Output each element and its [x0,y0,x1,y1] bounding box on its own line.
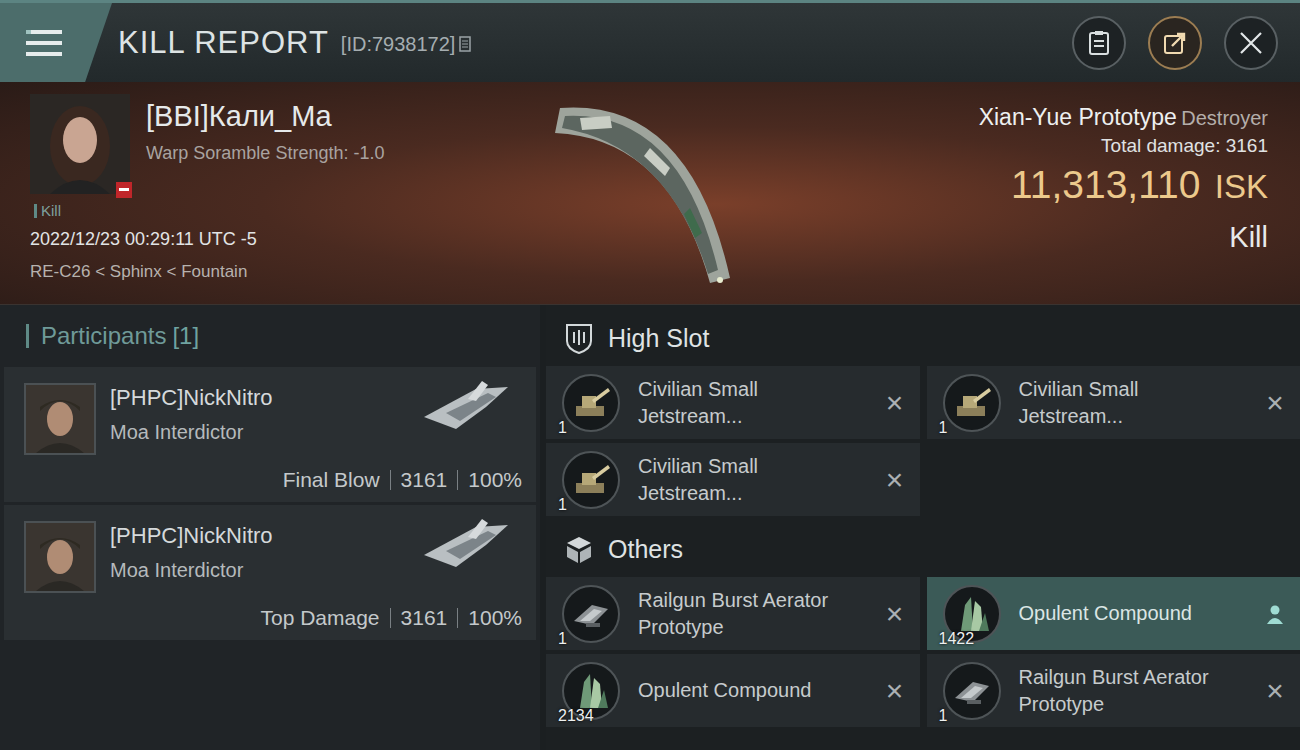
section-header: High Slot [546,311,1300,366]
turret-icon [568,380,614,426]
item-mark: × [1264,674,1286,708]
item-quantity: 1 [558,419,567,437]
item-name: Opulent Compound [638,677,866,704]
cube-icon [564,534,594,566]
kill-tag: Kill [30,202,500,219]
item-name: Civilian Small Jetstream... [638,376,866,430]
item-card[interactable]: 1422 Opulent Compound [927,577,1300,650]
close-icon [1238,30,1264,56]
item-card[interactable]: 1 Civilian Small Jetstream... × [927,366,1300,439]
item-card[interactable]: 1 Railgun Burst Aerator Prototype × [546,577,920,650]
ship-name: Xian-Yue Prototype [979,104,1177,130]
module-icon [949,668,995,714]
victim-subtitle: Warp Soramble Strength: -1.0 [146,143,384,164]
item-name: Opulent Compound [1019,600,1247,627]
turret-icon [949,380,995,426]
item-card[interactable]: 1 Civilian Small Jetstream... × [546,443,920,516]
participant-ship: Moa Interdictor [110,421,273,444]
participant-damage: Top Damage3161100% [24,606,522,630]
share-button[interactable] [1148,16,1202,70]
ship-info: Xian-Yue Prototype Destroyer Total damag… [880,82,1300,304]
item-name: Railgun Burst Aerator Prototype [1019,664,1247,718]
item-quantity: 2134 [558,707,594,725]
result-label: Kill [880,221,1268,254]
item-mark: × [884,597,906,631]
participant-avatar [24,521,96,593]
fitting-panel: High Slot 1 Civilian Small Jetstream... … [546,305,1300,750]
participants-panel: Participants [1] [PHPC]NickNitro Moa Int… [0,305,540,750]
participant-name: [PHPC]NickNitro [110,523,273,549]
item-mark: × [884,386,906,420]
portrait-icon [26,385,94,453]
person-icon [1266,604,1284,624]
item-icon-frame [562,451,620,509]
participant-row[interactable]: [PHPC]NickNitro Moa Interdictor Top Dama… [4,505,536,640]
victim-info: [BBI]Кали_Ма Warp Soramble Strength: -1.… [0,82,500,304]
item-icon-frame [943,374,1001,432]
item-mark: × [1264,386,1286,420]
copy-icon[interactable] [459,36,473,54]
kill-time: 2022/12/23 00:29:11 UTC -5 [30,229,500,250]
item-quantity: 1 [939,707,948,725]
item-icon-frame [562,585,620,643]
victim-name: [BBI]Кали_Ма [146,100,384,133]
clipboard-icon [1088,30,1110,56]
item-quantity: 1 [939,419,948,437]
item-mark [1264,604,1286,624]
item-mark: × [884,674,906,708]
kill-location: RE-C26 < Sphinx < Fountain [30,262,500,282]
interdictor-icon [416,515,516,575]
item-icon-frame [562,374,620,432]
share-icon [1162,30,1188,56]
crystal-icon [949,591,995,637]
portrait-icon [30,94,130,194]
top-bar: KILL REPORT [ID:7938172] [0,0,1300,82]
menu-button[interactable] [0,3,112,82]
participant-damage: Final Blow3161100% [24,468,522,492]
item-quantity: 1422 [939,630,975,648]
participant-name: [PHPC]NickNitro [110,385,273,411]
interdictor-icon [416,377,516,437]
kill-report: KILL REPORT [ID:7938172] [BBI]Кали_Ма Wa… [0,0,1300,750]
item-mark: × [884,463,906,497]
minus-icon [119,188,129,192]
total-damage: Total damage: 3161 [880,135,1268,157]
item-name: Railgun Burst Aerator Prototype [638,587,866,641]
participant-row[interactable]: [PHPC]NickNitro Moa Interdictor Final Bl… [4,367,536,502]
item-card[interactable]: 1 Civilian Small Jetstream... × [546,366,920,439]
ship-picture [500,82,880,304]
participant-avatar [24,383,96,455]
item-card[interactable]: 2134 Opulent Compound × [546,654,920,727]
item-icon-frame [943,662,1001,720]
participant-ship: Moa Interdictor [110,559,273,582]
status-badge [116,182,132,198]
isk-value: 11,313,110 ISK [880,163,1268,207]
ship-class: Destroyer [1181,107,1268,129]
close-button[interactable] [1224,16,1278,70]
turret-icon [568,457,614,503]
report-id: [ID:7938172] [341,33,456,56]
section-header: Others [546,522,1300,577]
menu-icon [26,28,62,58]
item-name: Civilian Small Jetstream... [638,453,866,507]
item-name: Civilian Small Jetstream... [1019,376,1247,430]
portrait-icon [26,523,94,591]
victim-header: [BBI]Кали_Ма Warp Soramble Strength: -1.… [0,82,1300,305]
crystal-icon [568,668,614,714]
participants-heading: Participants [1] [0,305,540,367]
victim-avatar[interactable] [30,94,130,194]
shield-icon [564,323,594,355]
page-title: KILL REPORT [118,25,329,61]
module-icon [568,591,614,637]
item-card[interactable]: 1 Railgun Burst Aerator Prototype × [927,654,1300,727]
clipboard-button[interactable] [1072,16,1126,70]
item-quantity: 1 [558,630,567,648]
destroyer-icon [540,88,750,298]
item-quantity: 1 [558,496,567,514]
